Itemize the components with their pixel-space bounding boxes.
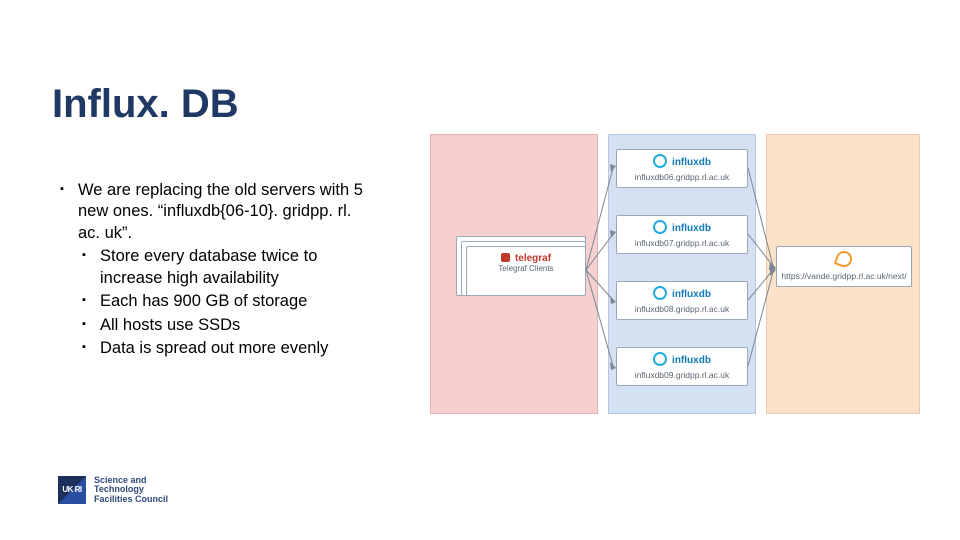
telegraf-icon <box>501 253 512 264</box>
bullet-sub-ssd: All hosts use SSDs <box>82 315 370 336</box>
telegraf-brand-label: telegraf <box>515 253 551 264</box>
grafana-url: https://vande.gridpp.rl.ac.uk/next/ <box>781 271 907 281</box>
influxdb-icon <box>653 286 669 302</box>
footer-logo: UK RI Science and Technology Facilities … <box>58 476 168 504</box>
influxdb-node-09: influxdb influxdb09.gridpp.rl.ac.uk <box>616 347 748 386</box>
stfc-label: Science and Technology Facilities Counci… <box>94 476 168 504</box>
bullet-sub-spread: Data is spread out more evenly <box>82 338 370 359</box>
influxdb-brand-label: influxdb <box>672 157 711 168</box>
node-hostname: influxdb08.gridpp.rl.ac.uk <box>621 304 743 314</box>
architecture-diagram: telegraf Telegraf Clients influxdb influ… <box>380 70 940 500</box>
bullet-sub-storage: Each has 900 GB of storage <box>82 291 370 312</box>
grafana-node: https://vande.gridpp.rl.ac.uk/next/ <box>776 246 912 287</box>
ukri-icon: UK RI <box>58 476 86 504</box>
node-hostname: influxdb09.gridpp.rl.ac.uk <box>621 370 743 380</box>
influxdb-brand-label: influxdb <box>672 355 711 366</box>
page-title: Influx. DB <box>52 82 239 127</box>
influxdb-node-07: influxdb influxdb07.gridpp.rl.ac.uk <box>616 215 748 254</box>
node-hostname: influxdb06.gridpp.rl.ac.uk <box>621 172 743 182</box>
body-text: We are replacing the old servers with 5 … <box>60 180 370 362</box>
bullet-sub-availability: Store every database twice to increase h… <box>82 246 370 289</box>
node-hostname: influxdb07.gridpp.rl.ac.uk <box>621 238 743 248</box>
influxdb-icon <box>653 352 669 368</box>
influxdb-node-06: influxdb influxdb06.gridpp.rl.ac.uk <box>616 149 748 188</box>
telegraf-clients-node: telegraf Telegraf Clients <box>466 246 586 296</box>
influxdb-brand-label: influxdb <box>672 289 711 300</box>
slide: Influx. DB We are replacing the old serv… <box>0 0 960 540</box>
influxdb-icon <box>653 154 669 170</box>
influxdb-icon <box>653 220 669 236</box>
influxdb-node-08: influxdb influxdb08.gridpp.rl.ac.uk <box>616 281 748 320</box>
telegraf-label: Telegraf Clients <box>498 264 553 273</box>
bullet-main: We are replacing the old servers with 5 … <box>60 180 370 244</box>
grafana-icon <box>836 251 852 269</box>
influxdb-brand-label: influxdb <box>672 223 711 234</box>
